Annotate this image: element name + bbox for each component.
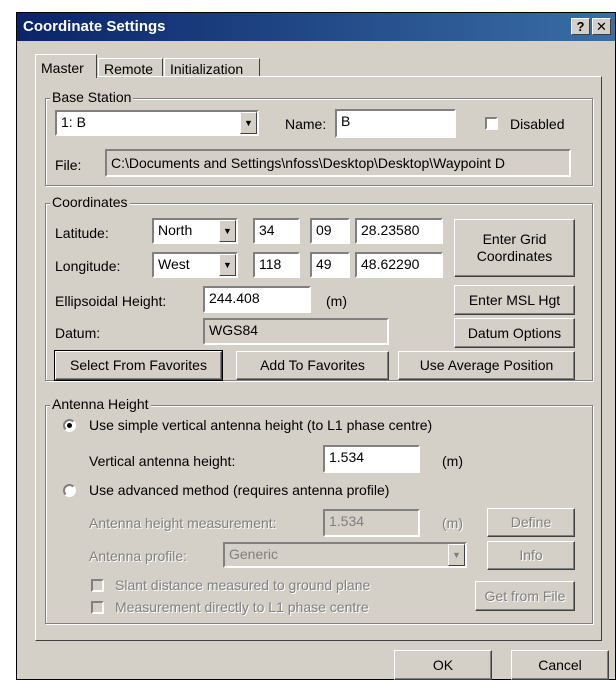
ellipsoidal-height-unit: (m) <box>326 293 347 309</box>
enter-msl-height-button[interactable]: Enter MSL Hgt <box>454 285 575 315</box>
chevron-down-icon[interactable]: ▼ <box>219 254 236 276</box>
antenna-profile-select[interactable]: Generic ▼ <box>223 542 467 568</box>
file-path-field[interactable]: C:\Documents and Settings\nfoss\Desktop\… <box>105 149 571 177</box>
chevron-down-icon[interactable]: ▼ <box>219 220 236 242</box>
get-from-file-button[interactable]: Get from File <box>475 581 575 611</box>
window-title: Coordinate Settings <box>23 18 166 35</box>
add-to-favorites-button[interactable]: Add To Favorites <box>236 351 389 380</box>
latitude-minutes-field[interactable]: 09 <box>310 218 350 244</box>
datum-label: Datum: <box>55 325 101 341</box>
datum-options-button[interactable]: Datum Options <box>454 318 575 348</box>
measurement-direct-checkbox[interactable] <box>91 601 104 614</box>
info-button-label: Info <box>519 547 543 563</box>
info-button[interactable]: Info <box>487 541 575 570</box>
station-select[interactable]: 1: B ▼ <box>55 110 259 136</box>
base-station-group-label: Base Station <box>50 89 134 105</box>
longitude-seconds-field[interactable]: 48.62290 <box>355 252 443 278</box>
advanced-method-radio[interactable] <box>63 484 76 497</box>
ellipsoidal-height-field[interactable]: 244.408 <box>203 286 311 313</box>
antenna-measurement-field[interactable]: 1.534 <box>323 509 420 537</box>
latitude-hemisphere-select[interactable]: North ▼ <box>152 218 238 244</box>
get-from-file-label: Get from File <box>484 587 566 604</box>
longitude-degrees-field[interactable]: 118 <box>253 252 300 278</box>
longitude-label: Longitude: <box>55 258 121 274</box>
file-label: File: <box>55 157 82 173</box>
select-from-favorites-button[interactable]: Select From Favorites <box>54 350 223 381</box>
latitude-seconds-field[interactable]: 28.23580 <box>355 218 443 244</box>
longitude-hemisphere-value: West <box>158 256 190 272</box>
enter-grid-coordinates-button[interactable]: Enter Grid Coordinates <box>454 219 575 277</box>
tab-remote[interactable]: Remote <box>98 58 163 77</box>
coordinate-settings-dialog: Coordinate Settings ? ✕ Master Remote In… <box>16 12 616 680</box>
advanced-method-label: Use advanced method (requires antenna pr… <box>89 482 390 498</box>
ellipsoidal-height-label: Ellipsoidal Height: <box>55 293 167 309</box>
vertical-antenna-height-label: Vertical antenna height: <box>89 453 236 469</box>
disabled-label: Disabled <box>510 116 565 132</box>
vertical-antenna-height-field[interactable]: 1.534 <box>323 445 420 473</box>
help-button[interactable]: ? <box>571 18 590 35</box>
title-bar[interactable]: Coordinate Settings ? ✕ <box>17 13 615 41</box>
enter-grid-label-line1: Enter Grid <box>482 231 547 247</box>
latitude-label: Latitude: <box>55 225 109 241</box>
define-button-label: Define <box>510 514 552 530</box>
ok-button[interactable]: OK <box>394 650 492 680</box>
antenna-height-group-label: Antenna Height <box>50 396 151 412</box>
measurement-direct-label: Measurement directly to L1 phase centre <box>115 599 369 615</box>
simple-height-label: Use simple vertical antenna height (to L… <box>89 417 433 433</box>
disabled-checkbox[interactable] <box>485 117 498 130</box>
slant-distance-label: Slant distance measured to ground plane <box>115 577 371 593</box>
antenna-measurement-unit: (m) <box>442 515 463 531</box>
antenna-profile-label: Antenna profile: <box>89 548 188 564</box>
station-select-value: 1: B <box>61 114 86 130</box>
tab-master[interactable]: Master <box>35 54 97 78</box>
cancel-button[interactable]: Cancel <box>511 650 609 680</box>
chevron-down-icon[interactable]: ▼ <box>448 544 465 566</box>
latitude-hemisphere-value: North <box>158 222 193 238</box>
name-label: Name: <box>285 116 327 132</box>
antenna-profile-value: Generic <box>229 546 279 562</box>
enter-grid-label-line2: Coordinates <box>476 248 553 264</box>
vertical-antenna-height-unit: (m) <box>442 453 463 469</box>
name-field[interactable]: B <box>335 109 456 138</box>
chevron-down-icon[interactable]: ▼ <box>240 112 257 134</box>
coordinates-group-label: Coordinates <box>50 194 130 210</box>
tab-initialization[interactable]: Initialization <box>164 58 260 77</box>
longitude-hemisphere-select[interactable]: West ▼ <box>152 252 238 278</box>
close-icon[interactable]: ✕ <box>592 18 611 35</box>
longitude-minutes-field[interactable]: 49 <box>310 252 350 278</box>
simple-height-radio[interactable] <box>63 419 76 432</box>
use-average-position-button[interactable]: Use Average Position <box>398 351 575 380</box>
slant-distance-checkbox[interactable] <box>91 579 104 592</box>
datum-field[interactable]: WGS84 <box>203 318 389 345</box>
antenna-measurement-label: Antenna height measurement: <box>89 515 277 531</box>
latitude-degrees-field[interactable]: 34 <box>253 218 300 244</box>
define-button[interactable]: Define <box>487 508 575 537</box>
